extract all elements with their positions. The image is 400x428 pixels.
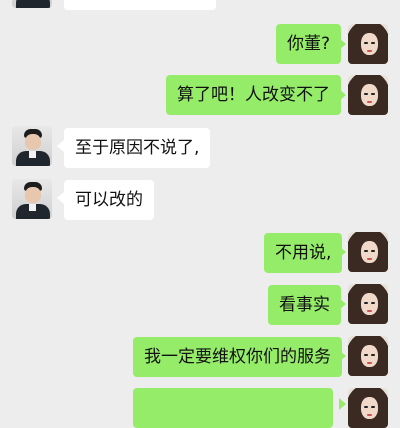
bubble-tail	[339, 298, 346, 310]
message-bubble[interactable]: 算了吧！人改变不了	[166, 75, 341, 115]
self-avatar[interactable]	[348, 24, 388, 64]
bubble-tail	[339, 350, 346, 362]
contact-avatar[interactable]	[12, 179, 52, 219]
self-avatar[interactable]	[348, 75, 388, 115]
message-bubble[interactable]: 至于原因不说了,	[64, 128, 211, 168]
message-bubble[interactable]	[64, 0, 216, 10]
bubble-tail	[57, 140, 64, 152]
self-avatar[interactable]	[348, 388, 388, 428]
message-bubble[interactable]: 我一定要维权你们的服务	[133, 337, 342, 377]
contact-avatar[interactable]	[12, 0, 52, 8]
bubble-tail	[339, 89, 346, 101]
bubble-tail	[339, 38, 346, 50]
message-bubble[interactable]: 可以改的	[64, 180, 154, 220]
bubble-tail	[339, 246, 346, 258]
message-bubble[interactable]: 你董?	[276, 24, 342, 64]
message-bubble[interactable]: 看事实	[268, 285, 341, 325]
bubble-tail	[57, 192, 64, 204]
self-avatar[interactable]	[348, 284, 388, 324]
self-avatar[interactable]	[348, 336, 388, 376]
message-bubble[interactable]	[133, 388, 333, 428]
self-avatar[interactable]	[348, 232, 388, 272]
message-bubble[interactable]: 不用说,	[264, 233, 343, 273]
chat-conversation: 你董? 算了吧！人改变不了 至于原因不说了, 可以改的 不用说, 看事实 我一定…	[0, 0, 400, 428]
contact-avatar[interactable]	[12, 126, 52, 166]
